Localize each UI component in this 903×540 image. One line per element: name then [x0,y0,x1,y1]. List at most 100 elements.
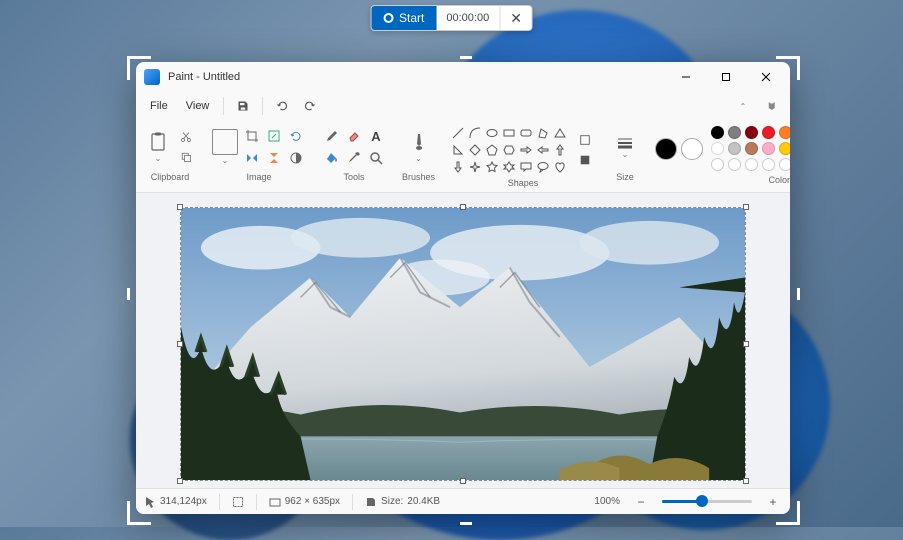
ribbon: ⌄ Clipboard ⌄ [136,120,790,193]
size-button[interactable]: ⌄ [611,127,639,167]
color-swatch-custom-3[interactable] [762,158,775,171]
shape-pentagon[interactable] [485,143,499,157]
minimize-button[interactable] [666,62,706,92]
zoom-out-button[interactable]: − [632,493,650,511]
menubar: File View ⌃ [136,92,790,120]
resize-handle-r[interactable] [743,341,749,347]
copy-button[interactable] [176,148,196,166]
color-swatch-2[interactable] [745,126,758,139]
capture-edge-top[interactable] [460,56,472,59]
collapse-ribbon-icon[interactable]: ⌃ [730,94,756,118]
capture-corner-bl[interactable] [127,501,151,525]
zoom-slider[interactable] [662,500,752,503]
color-swatch-1[interactable] [728,126,741,139]
shape-arrow-up[interactable] [553,143,567,157]
resize-handle-t[interactable] [460,204,466,210]
disk-icon [365,496,377,508]
shape-fill-button[interactable] [575,151,595,169]
chevron-down-icon[interactable]: ⌄ [222,156,229,165]
pencil-tool[interactable] [322,126,342,146]
text-tool[interactable]: A [366,126,386,146]
canvas-area[interactable] [136,193,790,488]
record-start-button[interactable]: Start [371,6,436,30]
shape-diamond[interactable] [468,143,482,157]
shape-oval[interactable] [485,126,499,140]
titlebar[interactable]: Paint - Untitled [136,62,790,92]
shape-roundrect[interactable] [519,126,533,140]
menu-view[interactable]: View [178,96,218,116]
ribbon-group-shapes: Shapes [451,126,595,190]
zoom-thumb[interactable] [696,495,708,507]
shape-arrow-left[interactable] [536,143,550,157]
shape-hexagon[interactable] [502,143,516,157]
maximize-button[interactable] [706,62,746,92]
shape-polygon[interactable] [536,126,550,140]
rotate-button[interactable] [286,126,306,146]
color-secondary[interactable] [681,138,703,160]
capture-edge-left[interactable] [127,288,130,300]
fill-tool[interactable] [322,148,342,168]
separator [223,97,224,115]
eraser-tool[interactable] [344,126,364,146]
copilot-icon[interactable] [758,94,784,118]
capture-corner-br[interactable] [776,501,800,525]
brushes-button[interactable]: ⌄ [405,127,433,167]
paste-button[interactable]: ⌄ [144,127,172,167]
record-icon [383,13,393,23]
canvas-selection-frame[interactable] [180,207,746,481]
color-swatch-12[interactable] [745,142,758,155]
resize-button[interactable] [264,126,284,146]
color-primary[interactable] [655,138,677,160]
shape-4star[interactable] [468,160,482,174]
resize-handle-tr[interactable] [743,204,749,210]
resize-handle-l[interactable] [177,341,183,347]
redo-icon[interactable] [297,94,323,118]
shape-callout-rect[interactable] [519,160,533,174]
shape-rect[interactable] [502,126,516,140]
shape-arrow-down[interactable] [451,160,465,174]
save-icon[interactable] [230,94,256,118]
color-swatch-3[interactable] [762,126,775,139]
shape-curve[interactable] [468,126,482,140]
shape-line[interactable] [451,126,465,140]
shape-heart[interactable] [553,160,567,174]
menu-file[interactable]: File [142,96,176,116]
status-selection [232,496,244,508]
shape-triangle[interactable] [553,126,567,140]
color-swatch-custom-0[interactable] [711,158,724,171]
color-swatch-0[interactable] [711,126,724,139]
color-swatch-10[interactable] [711,142,724,155]
resize-handle-bl[interactable] [177,478,183,484]
shape-callout-oval[interactable] [536,160,550,174]
capture-edge-right[interactable] [797,288,800,300]
color-swatch-custom-2[interactable] [745,158,758,171]
color-swatch-custom-4[interactable] [779,158,790,171]
capture-edge-bottom[interactable] [460,522,472,525]
shape-right-triangle[interactable] [451,143,465,157]
crop-button[interactable] [242,126,262,146]
shape-5star[interactable] [485,160,499,174]
magnifier-tool[interactable] [366,148,386,168]
color-swatch-13[interactable] [762,142,775,155]
capture-corner-tr[interactable] [776,56,800,80]
shape-outline-button[interactable] [575,131,595,149]
capture-corner-tl[interactable] [127,56,151,80]
record-close-button[interactable]: ✕ [499,6,532,30]
select-button[interactable] [212,129,238,155]
undo-icon[interactable] [269,94,295,118]
flip-v-button[interactable] [264,148,284,168]
status-filesize: Size: 20.4KB [365,496,440,508]
color-swatch-4[interactable] [779,126,790,139]
color-swatch-14[interactable] [779,142,790,155]
resize-handle-tl[interactable] [177,204,183,210]
eyedropper-tool[interactable] [344,148,364,168]
shape-arrow-right[interactable] [519,143,533,157]
resize-handle-br[interactable] [743,478,749,484]
color-swatch-custom-1[interactable] [728,158,741,171]
invert-button[interactable] [286,148,306,168]
cut-button[interactable] [176,128,196,146]
shape-6star[interactable] [502,160,516,174]
flip-h-button[interactable] [242,148,262,168]
color-swatch-11[interactable] [728,142,741,155]
resize-handle-b[interactable] [460,478,466,484]
